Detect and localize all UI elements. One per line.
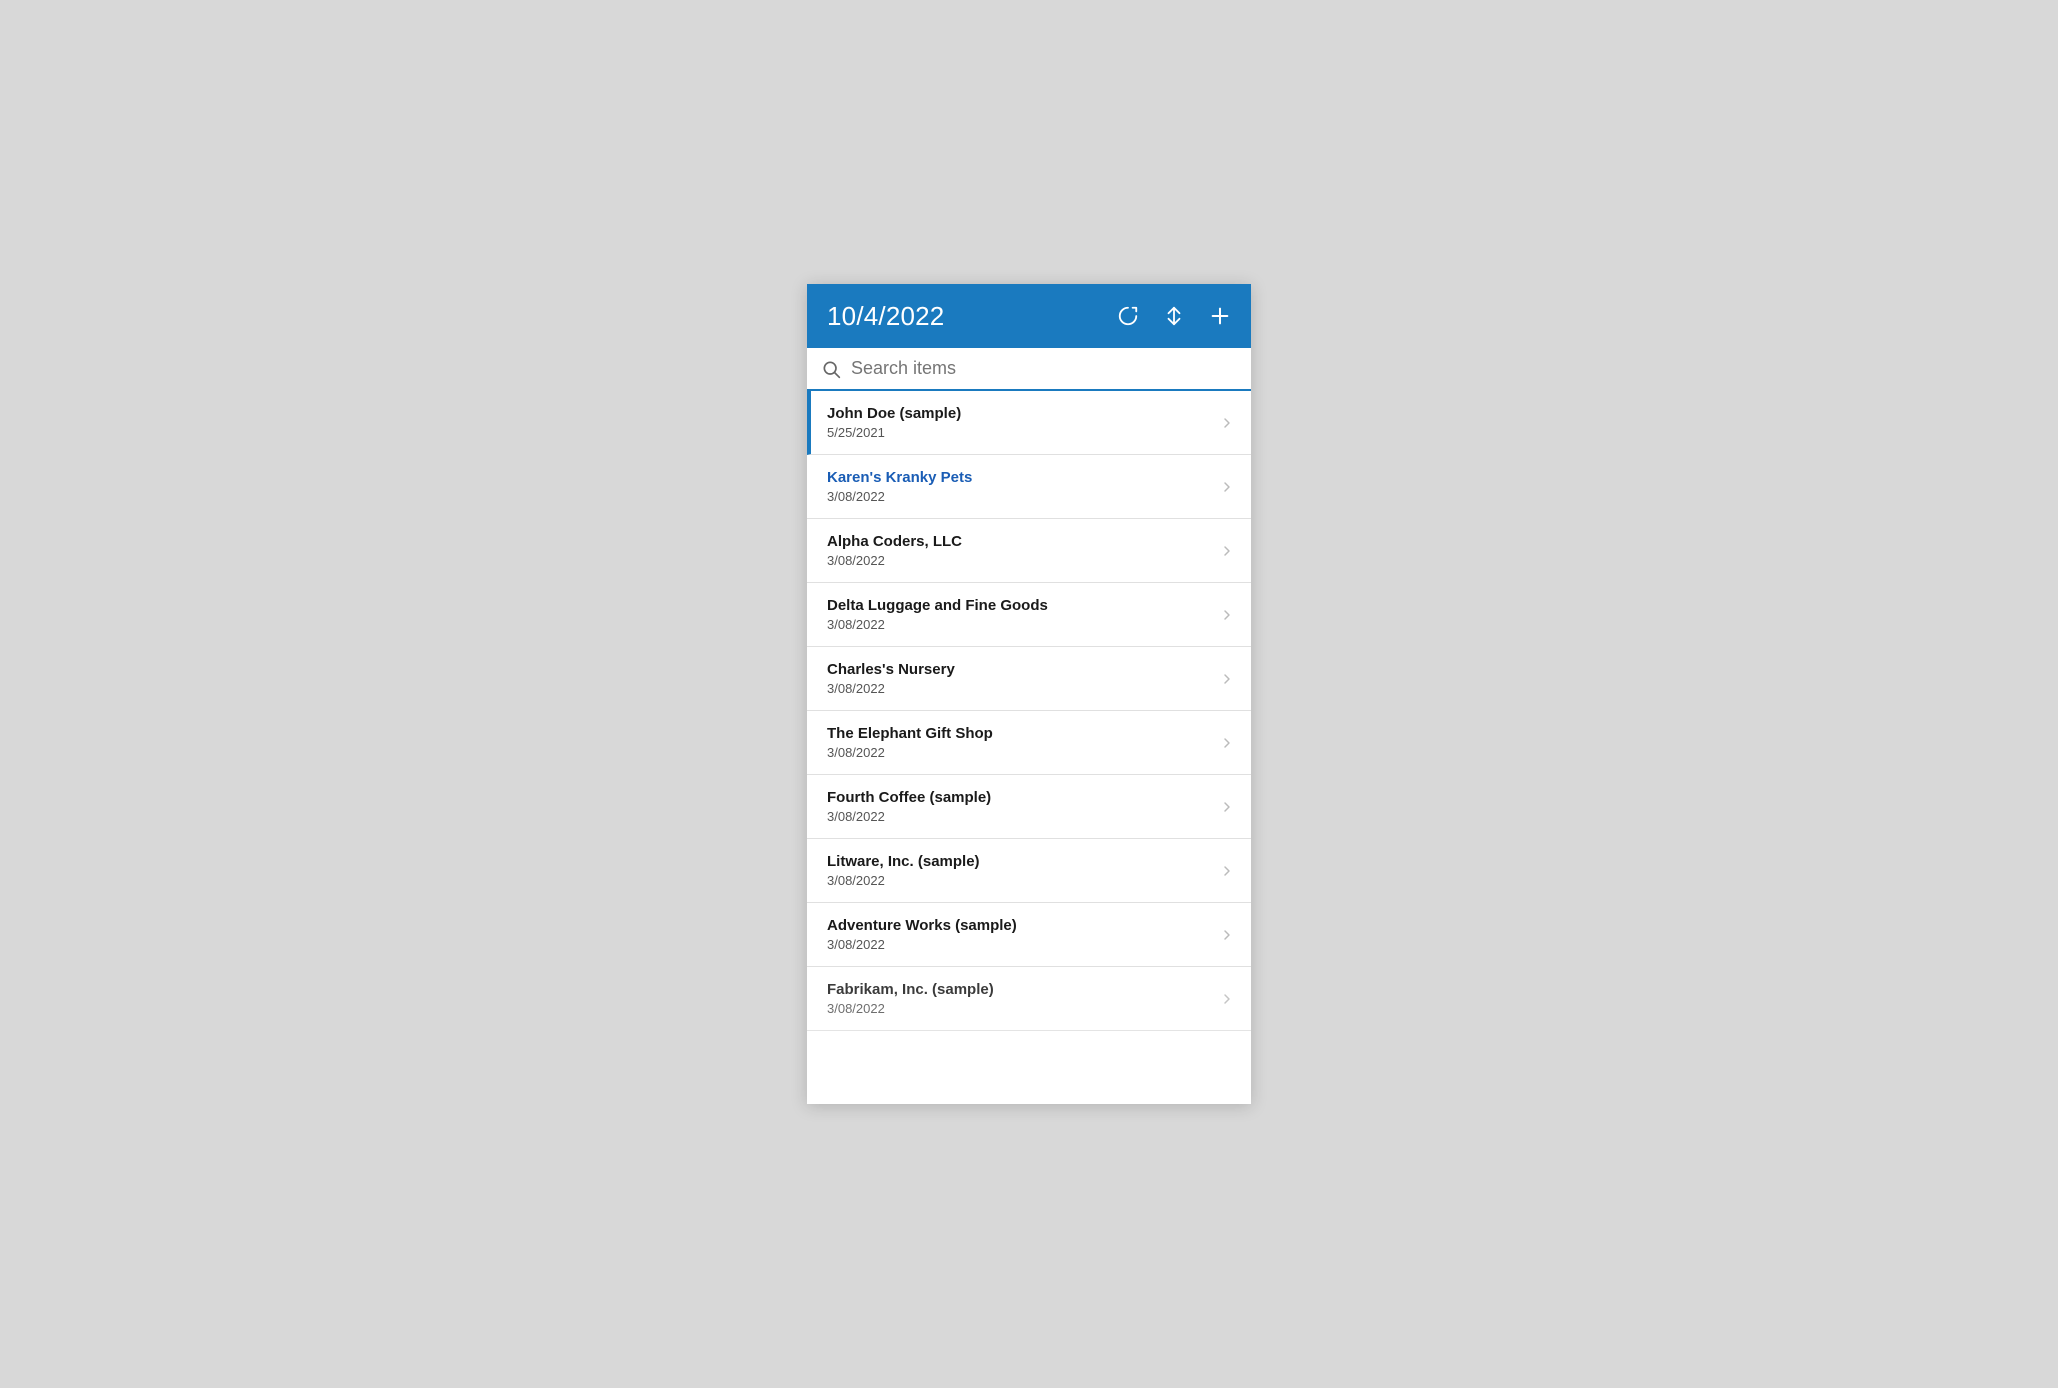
chevron-right-icon [1219, 479, 1235, 495]
item-name: Karen's Kranky Pets [827, 469, 1211, 486]
search-icon [821, 359, 841, 379]
list-item-content: Delta Luggage and Fine Goods 3/08/2022 [827, 597, 1211, 632]
item-date: 3/08/2022 [827, 489, 1211, 504]
item-date: 3/08/2022 [827, 681, 1211, 696]
add-icon[interactable] [1209, 305, 1231, 327]
header-title: 10/4/2022 [827, 301, 944, 332]
chevron-right-icon [1219, 863, 1235, 879]
list-item[interactable]: Litware, Inc. (sample) 3/08/2022 [807, 839, 1251, 903]
chevron-right-icon [1219, 735, 1235, 751]
list-item[interactable]: Fabrikam, Inc. (sample) 3/08/2022 [807, 967, 1251, 1031]
list-item-content: Fourth Coffee (sample) 3/08/2022 [827, 789, 1211, 824]
item-date: 3/08/2022 [827, 1001, 1211, 1016]
list-item-content: Karen's Kranky Pets 3/08/2022 [827, 469, 1211, 504]
chevron-right-icon [1219, 799, 1235, 815]
chevron-right-icon [1219, 415, 1235, 431]
app-container: 10/4/2022 [807, 284, 1251, 1104]
item-date: 3/08/2022 [827, 937, 1211, 952]
list-item-content: Fabrikam, Inc. (sample) 3/08/2022 [827, 981, 1211, 1016]
list-item[interactable]: Karen's Kranky Pets 3/08/2022 [807, 455, 1251, 519]
header-icons [1117, 305, 1231, 327]
list-item[interactable]: Delta Luggage and Fine Goods 3/08/2022 [807, 583, 1251, 647]
item-date: 3/08/2022 [827, 873, 1211, 888]
list-item[interactable]: Alpha Coders, LLC 3/08/2022 [807, 519, 1251, 583]
list-item[interactable]: John Doe (sample) 5/25/2021 [807, 391, 1251, 455]
list-item[interactable]: Adventure Works (sample) 3/08/2022 [807, 903, 1251, 967]
item-name: Fourth Coffee (sample) [827, 789, 1211, 806]
items-list: John Doe (sample) 5/25/2021 Karen's Kranky… [807, 391, 1251, 1104]
list-item[interactable]: The Elephant Gift Shop 3/08/2022 [807, 711, 1251, 775]
search-input[interactable] [851, 358, 1237, 379]
search-bar [807, 348, 1251, 391]
item-name: Alpha Coders, LLC [827, 533, 1211, 550]
list-item-content: The Elephant Gift Shop 3/08/2022 [827, 725, 1211, 760]
chevron-right-icon [1219, 543, 1235, 559]
item-date: 3/08/2022 [827, 745, 1211, 760]
item-date: 3/08/2022 [827, 809, 1211, 824]
refresh-icon[interactable] [1117, 305, 1139, 327]
header-bar: 10/4/2022 [807, 284, 1251, 348]
item-date: 5/25/2021 [827, 425, 1211, 440]
item-name: Charles's Nursery [827, 661, 1211, 678]
list-item-content: John Doe (sample) 5/25/2021 [827, 405, 1211, 440]
item-name: John Doe (sample) [827, 405, 1211, 422]
item-name: Litware, Inc. (sample) [827, 853, 1211, 870]
list-item-content: Adventure Works (sample) 3/08/2022 [827, 917, 1211, 952]
list-item[interactable]: Charles's Nursery 3/08/2022 [807, 647, 1251, 711]
item-name: Adventure Works (sample) [827, 917, 1211, 934]
sort-icon[interactable] [1163, 305, 1185, 327]
item-name: The Elephant Gift Shop [827, 725, 1211, 742]
chevron-right-icon [1219, 607, 1235, 623]
chevron-right-icon [1219, 991, 1235, 1007]
item-date: 3/08/2022 [827, 617, 1211, 632]
chevron-right-icon [1219, 671, 1235, 687]
list-item[interactable]: Fourth Coffee (sample) 3/08/2022 [807, 775, 1251, 839]
list-item-content: Charles's Nursery 3/08/2022 [827, 661, 1211, 696]
list-item-content: Litware, Inc. (sample) 3/08/2022 [827, 853, 1211, 888]
chevron-right-icon [1219, 927, 1235, 943]
list-item-content: Alpha Coders, LLC 3/08/2022 [827, 533, 1211, 568]
item-name: Delta Luggage and Fine Goods [827, 597, 1211, 614]
item-date: 3/08/2022 [827, 553, 1211, 568]
item-name: Fabrikam, Inc. (sample) [827, 981, 1211, 998]
